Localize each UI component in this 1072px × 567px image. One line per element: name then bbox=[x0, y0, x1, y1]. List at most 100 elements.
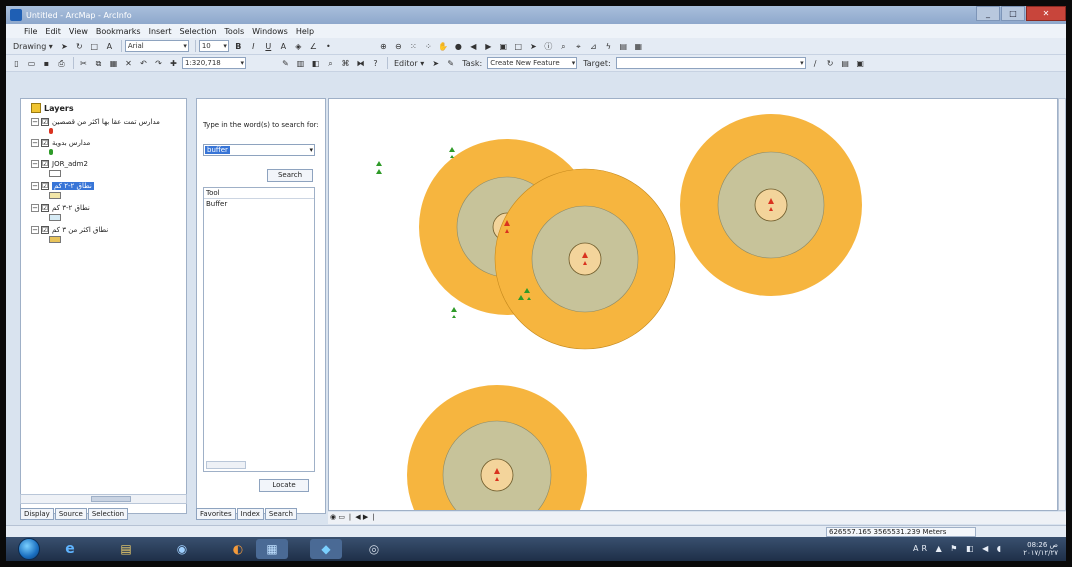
layer-name[interactable]: مدارس بدوية bbox=[52, 139, 90, 147]
layer-visibility-checkbox[interactable]: ☑ bbox=[41, 181, 49, 190]
internet-explorer-icon[interactable]: e bbox=[54, 539, 86, 559]
rotate-icon[interactable]: ↻ bbox=[73, 40, 86, 53]
line-color-icon[interactable]: ∠ bbox=[307, 40, 320, 53]
tab-source[interactable]: Source bbox=[54, 508, 87, 520]
toc-layer-row[interactable]: − ☑ نطاق ٢-٣ كم bbox=[31, 202, 186, 213]
collapse-icon[interactable]: − bbox=[31, 159, 39, 168]
pan-icon[interactable]: ✋ bbox=[437, 40, 450, 53]
layer-name[interactable]: نطاق اكثر من ٣ كم bbox=[52, 226, 108, 234]
layer-visibility-checkbox[interactable]: ☑ bbox=[41, 225, 49, 234]
menu-edit[interactable]: Edit bbox=[45, 27, 61, 36]
toc-layer-row[interactable]: − ☑ مدارس بدوية bbox=[31, 137, 186, 148]
zoom-out-icon[interactable]: ⊖ bbox=[392, 40, 405, 53]
drawing-menu-button[interactable]: Drawing ▾ bbox=[10, 40, 56, 53]
back-extent-icon[interactable]: ◀ bbox=[467, 40, 480, 53]
delete-icon[interactable]: ✕ bbox=[122, 57, 135, 70]
model-builder-icon[interactable]: ⧓ bbox=[354, 57, 367, 70]
menu-insert[interactable]: Insert bbox=[149, 27, 172, 36]
sketch-properties-icon[interactable]: ▣ bbox=[854, 57, 867, 70]
search-input[interactable]: buffer bbox=[203, 144, 315, 156]
layer-visibility-checkbox[interactable]: ☑ bbox=[41, 117, 49, 126]
minimize-button[interactable]: _ bbox=[976, 6, 1000, 21]
fill-color-icon[interactable]: ◈ bbox=[292, 40, 305, 53]
map-horizontal-scrollbar[interactable]: ◉ ▭ ❘ ◀ ▶ ❘ bbox=[328, 512, 1066, 524]
task-select[interactable]: Create New Feature bbox=[487, 57, 578, 69]
full-extent-icon[interactable]: ● bbox=[452, 40, 465, 53]
fixed-zoom-out-icon[interactable]: ⁘ bbox=[422, 40, 435, 53]
copy-icon[interactable]: ⧉ bbox=[92, 57, 105, 70]
bedouin-school-point[interactable] bbox=[376, 161, 382, 174]
map-vertical-scrollbar[interactable] bbox=[1058, 98, 1066, 511]
menu-bookmarks[interactable]: Bookmarks bbox=[96, 27, 141, 36]
collapse-icon[interactable]: − bbox=[31, 225, 39, 234]
layer-name[interactable]: مدارس تمت عقا بها اكثر من قصصين bbox=[52, 118, 160, 126]
menu-selection[interactable]: Selection bbox=[180, 27, 217, 36]
catalog-icon[interactable]: ◧ bbox=[309, 57, 322, 70]
file-explorer-icon[interactable]: ▤ bbox=[110, 539, 142, 559]
browser-icon[interactable]: ◐ bbox=[222, 539, 254, 559]
time-slider-icon[interactable]: ▦ bbox=[632, 40, 645, 53]
layer-visibility-checkbox[interactable]: ☑ bbox=[41, 138, 49, 147]
tab-display[interactable]: Display bbox=[20, 508, 54, 520]
select-pointer-icon[interactable]: ➤ bbox=[527, 40, 540, 53]
tab-selection[interactable]: Selection bbox=[87, 508, 129, 520]
select-features-icon[interactable]: ▣ bbox=[497, 40, 510, 53]
hyperlink-icon[interactable]: ϟ bbox=[602, 40, 615, 53]
split-tool-icon[interactable]: ∕ bbox=[809, 57, 822, 70]
toc-layer-row[interactable]: − ☑ JOR_adm2 bbox=[31, 158, 186, 169]
italic-button[interactable]: I bbox=[247, 40, 260, 53]
layout-view-nav-icons[interactable]: ◉ ▭ ❘ ◀ ▶ ❘ bbox=[330, 513, 376, 521]
toc-root-layers[interactable]: Layers bbox=[31, 103, 186, 113]
editor-menu-button[interactable]: Editor ▾ bbox=[391, 57, 427, 70]
go-to-xy-icon[interactable]: ⌖ bbox=[572, 40, 585, 53]
new-document-icon[interactable]: ▯ bbox=[10, 57, 23, 70]
system-tray-icons[interactable]: AR ▲ ⚑ ◧ ◀ ◖ bbox=[913, 544, 1004, 553]
edit-tool-icon[interactable]: ➤ bbox=[429, 57, 442, 70]
toc-layer-row[interactable]: − ☑ مدارس تمت عقا بها اكثر من قصصين bbox=[31, 116, 186, 127]
search-window-icon[interactable]: ⌕ bbox=[324, 57, 337, 70]
tab-favorites[interactable]: Favorites bbox=[196, 508, 236, 520]
bedouin-school-point[interactable] bbox=[451, 307, 457, 318]
redo-icon[interactable]: ↷ bbox=[152, 57, 165, 70]
attributes-icon[interactable]: ▤ bbox=[839, 57, 852, 70]
map-canvas[interactable] bbox=[329, 99, 1058, 511]
open-icon[interactable]: ▭ bbox=[25, 57, 38, 70]
underline-button[interactable]: U bbox=[262, 40, 275, 53]
print-icon[interactable]: ⎙ bbox=[55, 57, 68, 70]
add-data-icon[interactable]: ✚ bbox=[167, 57, 180, 70]
clock[interactable]: 08:26 ص ٢٠١٧/١٢/٢٧ bbox=[1023, 541, 1058, 557]
media-player-icon[interactable]: ◉ bbox=[166, 539, 198, 559]
maximize-button[interactable]: □ bbox=[1001, 6, 1025, 21]
collapse-icon[interactable]: − bbox=[31, 117, 39, 126]
close-button[interactable]: ✕ bbox=[1026, 6, 1066, 21]
select-elements-icon[interactable]: ➤ bbox=[58, 40, 71, 53]
arctoolbox-icon[interactable]: ▥ bbox=[294, 57, 307, 70]
list-item[interactable]: Buffer bbox=[204, 199, 314, 209]
help-icon[interactable]: ? bbox=[369, 57, 382, 70]
target-select[interactable] bbox=[615, 57, 806, 69]
scroll-thumb[interactable] bbox=[91, 496, 131, 502]
collapse-icon[interactable]: − bbox=[31, 138, 39, 147]
layer-name[interactable]: نطاق ٢-٣ كم bbox=[52, 204, 90, 212]
arcmap-taskbar-icon[interactable]: ◆ bbox=[310, 539, 342, 559]
layer-visibility-checkbox[interactable]: ☑ bbox=[41, 203, 49, 212]
tab-search[interactable]: Search bbox=[264, 508, 297, 520]
measure-icon[interactable]: ⊿ bbox=[587, 40, 600, 53]
save-icon[interactable]: ▪ bbox=[40, 57, 53, 70]
results-horizontal-scrollbar[interactable] bbox=[206, 461, 246, 469]
menu-windows[interactable]: Windows bbox=[252, 27, 288, 36]
menu-file[interactable]: File bbox=[24, 27, 37, 36]
python-icon[interactable]: ⌘ bbox=[339, 57, 352, 70]
fixed-zoom-in-icon[interactable]: ⁙ bbox=[407, 40, 420, 53]
arccatalog-taskbar-icon[interactable]: ◎ bbox=[358, 539, 390, 559]
layer-visibility-checkbox[interactable]: ☑ bbox=[41, 159, 49, 168]
menu-view[interactable]: View bbox=[69, 27, 88, 36]
layer-name-selected[interactable]: نطاق ٢-٢ كم bbox=[52, 181, 94, 190]
locate-button[interactable]: Locate bbox=[259, 479, 309, 492]
editor-toolbar-icon[interactable]: ✎ bbox=[279, 57, 292, 70]
bold-button[interactable]: B bbox=[232, 40, 245, 53]
cut-icon[interactable]: ✂ bbox=[77, 57, 90, 70]
html-popup-icon[interactable]: ▤ bbox=[617, 40, 630, 53]
clear-selection-icon[interactable]: □ bbox=[512, 40, 525, 53]
find-icon[interactable]: ⌕ bbox=[557, 40, 570, 53]
